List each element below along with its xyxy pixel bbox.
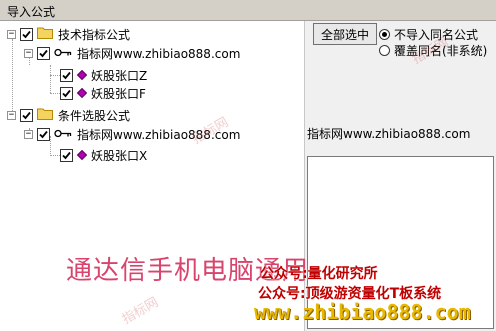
collapse-toggle[interactable]: − [7, 29, 16, 39]
checkbox[interactable] [37, 46, 50, 60]
collapse-toggle[interactable]: − [24, 48, 33, 58]
formula-icon [77, 88, 87, 98]
tree-node-label: 妖股张口Z [91, 68, 148, 83]
checkbox[interactable] [60, 148, 73, 162]
tree-node-stock-screening[interactable]: − 条件选股公式 [7, 106, 130, 124]
tree-node-label: 条件选股公式 [58, 108, 131, 123]
tree-line [12, 39, 13, 115]
formula-icon [77, 70, 87, 80]
tree-line [50, 65, 51, 93]
tree-node-label: 妖股张口X [91, 148, 148, 163]
checkbox[interactable] [60, 68, 73, 82]
tree-line [50, 93, 60, 94]
formula-name-text: 指标网www.zhibiao888.com [307, 127, 471, 141]
radio-button[interactable] [379, 29, 390, 40]
collapse-toggle[interactable]: − [24, 129, 33, 139]
checkbox[interactable] [60, 86, 73, 100]
checkbox[interactable] [37, 127, 50, 141]
watermark-url: www.zhibiao888.com [254, 300, 471, 324]
tree-node-formula[interactable]: 妖股张口X [60, 146, 147, 164]
watermark-line1: 公众号:量化研究所 [260, 266, 378, 282]
checkbox[interactable] [20, 27, 33, 41]
tree-line [50, 75, 60, 76]
tree-node-formula[interactable]: 妖股张口F [60, 84, 146, 102]
tree-node-formula[interactable]: 妖股张口Z [60, 66, 147, 84]
window-title: 导入公式 [7, 5, 56, 19]
folder-icon [37, 26, 53, 42]
tree-node-label: 指标网www.zhibiao888.com [77, 46, 241, 61]
checkbox[interactable] [20, 108, 33, 122]
tree-node-tech-indicators[interactable]: − 技术指标公式 [7, 25, 130, 43]
select-all-button[interactable]: 全部选中 [313, 23, 377, 45]
title-bar: 导入公式 [0, 0, 496, 21]
radio-button[interactable] [379, 45, 390, 56]
key-icon [54, 46, 72, 60]
tree-node-label: 技术指标公式 [58, 27, 131, 42]
formula-icon [77, 150, 87, 160]
key-icon [54, 127, 72, 141]
tree-line [50, 155, 60, 156]
collapse-toggle[interactable]: − [7, 110, 16, 120]
tree-node-label: 妖股张口F [91, 86, 146, 101]
tree-node-source[interactable]: − 指标网www.zhibiao888.com [24, 44, 240, 62]
folder-icon [37, 107, 53, 123]
